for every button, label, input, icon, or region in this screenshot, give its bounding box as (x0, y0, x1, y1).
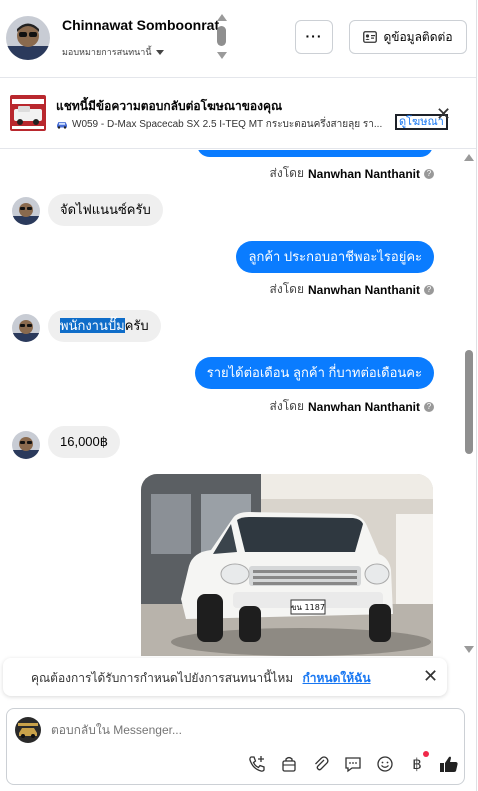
notice-message: คุณต้องการได้รับการกำหนดไปยังการสนทนานี้… (31, 671, 294, 685)
assign-label: มอบหมายการสนทนานี้ (62, 47, 152, 57)
image-attachment[interactable]: ขน 1187 (141, 474, 433, 656)
ad-reply-banner: แชทนี้มีข้อความตอบกลับต่อโฆษณาของคุณ W05… (0, 79, 476, 149)
license-plate: ขน 1187 (291, 603, 325, 612)
incoming-message[interactable]: พนักงานปั๊มครับ (48, 310, 161, 342)
car-icon (57, 122, 67, 129)
sent-by-prefix: ส่งโดย (269, 282, 304, 296)
chat-scroll-thumb[interactable] (465, 350, 473, 454)
message-text: ครับ (124, 318, 149, 333)
info-icon[interactable]: ? (424, 284, 434, 295)
conversation-header: Chinnawat Somboonrat มอบหมายการสนทนานี้ … (0, 0, 476, 78)
more-options-button[interactable]: ··· (295, 20, 333, 54)
contact-avatar-small (12, 197, 40, 225)
header-scrollbar[interactable] (216, 14, 228, 62)
sent-by-prefix: ส่งโดย (269, 399, 304, 413)
contact-avatar-small (12, 431, 40, 459)
sender-name: Nanwhan Nanthanit (307, 399, 420, 414)
sent-by-label: ส่งโดย Nanwhan Nanthanit ? (270, 397, 434, 416)
sender-name: Nanwhan Nanthanit (307, 166, 420, 181)
assign-notice-text: คุณต้องการได้รับการกำหนดไปยังการสนทนานี้… (31, 669, 371, 688)
like-icon[interactable] (433, 753, 465, 775)
window-border (476, 0, 477, 791)
close-icon[interactable]: ✕ (423, 666, 438, 687)
bag-icon[interactable] (273, 753, 305, 775)
scroll-up-icon[interactable] (464, 154, 474, 161)
incoming-message[interactable]: 16,000฿ (48, 426, 121, 458)
composer-toolbar: ฿ (241, 751, 465, 775)
reply-input[interactable] (51, 723, 431, 737)
scroll-down-icon[interactable] (217, 52, 227, 59)
ad-product-name: W059 - D-Max Spacecab SX 2.5 I-TEQ MT กร… (72, 119, 383, 130)
emoji-icon[interactable] (369, 753, 401, 775)
attach-icon[interactable] (305, 753, 337, 775)
info-icon[interactable]: ? (424, 401, 434, 412)
info-icon[interactable]: ? (424, 168, 434, 179)
sent-by-label: ส่งโดย Nanwhan Nanthanit ? (270, 280, 434, 299)
sent-by-label: ส่งโดย Nanwhan Nanthanit ? (270, 164, 434, 183)
ad-banner-title: แชทนี้มีข้อความตอบกลับต่อโฆษณาของคุณ (56, 99, 283, 113)
assign-notice: คุณต้องการได้รับการกำหนดไปยังการสนทนานี้… (3, 658, 447, 696)
baht-icon[interactable]: ฿ (401, 751, 433, 775)
assign-dropdown[interactable]: มอบหมายการสนทนานี้ (62, 45, 164, 59)
message-thread[interactable]: ส่งโดย Nanwhan Nanthanit ? จัดไฟแนนซ์ครั… (0, 150, 476, 656)
call-add-icon[interactable] (241, 753, 273, 775)
ad-banner-subtitle: W059 - D-Max Spacecab SX 2.5 I-TEQ MT กร… (56, 117, 382, 132)
view-contact-info-button[interactable]: ดูข้อมูลติดต่อ (349, 20, 467, 54)
saved-reply-icon[interactable] (337, 753, 369, 775)
sender-name: Nanwhan Nanthanit (307, 282, 420, 297)
incoming-message[interactable]: จัดไฟแนนซ์ครับ (48, 194, 163, 226)
sent-by-prefix: ส่งโดย (269, 166, 304, 180)
page-avatar (15, 717, 41, 743)
assign-to-me-link[interactable]: กำหนดให้ฉัน (303, 671, 371, 685)
close-icon[interactable]: ✕ (436, 104, 451, 125)
selected-text: พนักงานปั๊ม (60, 318, 125, 333)
contact-avatar[interactable] (6, 16, 50, 60)
outgoing-message[interactable]: ลูกค้า ประกอบอาชีพอะไรอยู่คะ (236, 241, 434, 273)
scroll-thumb[interactable] (217, 26, 226, 46)
scroll-down-icon[interactable] (464, 646, 474, 653)
message-composer: ฿ (6, 708, 465, 785)
chevron-down-icon (155, 49, 164, 55)
ad-thumbnail[interactable] (10, 95, 46, 131)
scroll-up-icon[interactable] (217, 14, 227, 21)
contact-card-icon (363, 31, 378, 43)
outgoing-message[interactable] (197, 150, 433, 157)
contact-name[interactable]: Chinnawat Somboonrat (62, 17, 219, 33)
contact-info-label: ดูข้อมูลติดต่อ (383, 29, 453, 44)
outgoing-message[interactable]: รายได้ต่อเดือน ลูกค้า กี่บาทต่อเดือนคะ (194, 357, 434, 389)
notification-dot (423, 751, 429, 757)
contact-avatar-small (12, 314, 40, 342)
